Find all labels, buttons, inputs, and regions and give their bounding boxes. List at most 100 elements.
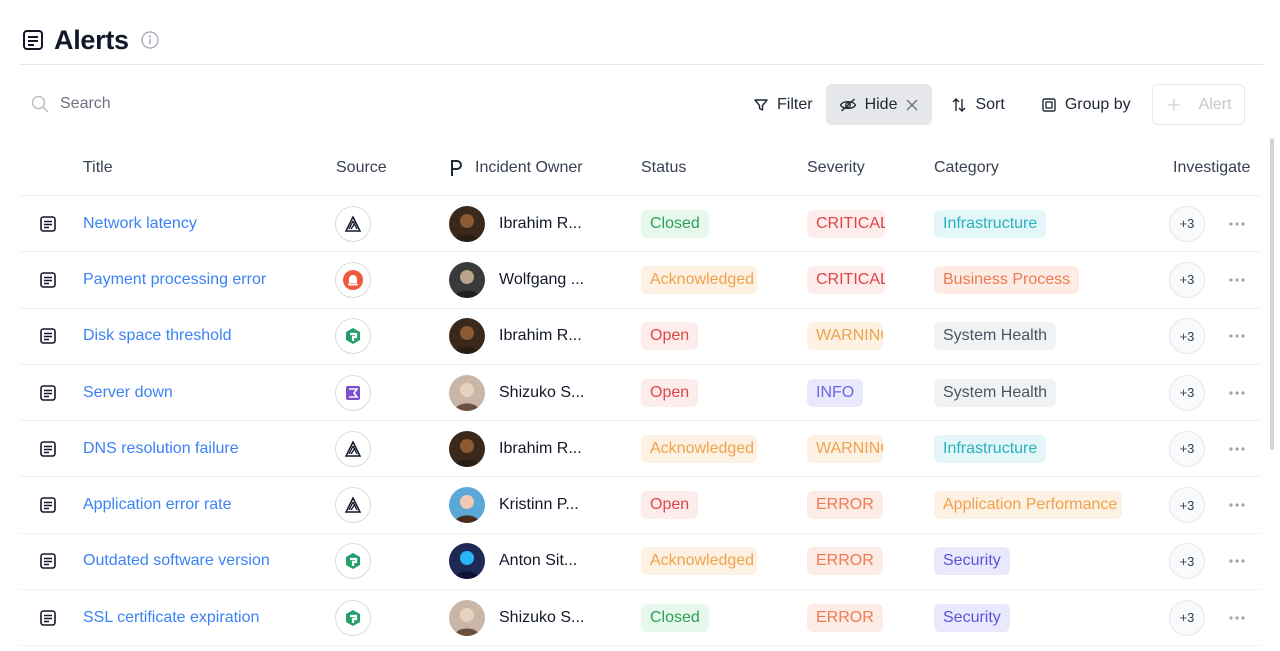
status-cell[interactable]: Closed — [641, 590, 709, 645]
category-badge: Business Process — [934, 265, 1080, 294]
severity-cell[interactable]: CRITICAL — [807, 252, 885, 307]
more-icon[interactable] — [1228, 252, 1246, 307]
owner-cell[interactable]: Shizuko S... — [449, 590, 584, 645]
severity-cell[interactable]: ERROR — [807, 590, 883, 645]
alert-title-link[interactable]: SSL certificate expiration — [83, 590, 259, 645]
owner-name: Ibrahim R... — [499, 439, 582, 457]
category-cell[interactable]: Security — [934, 590, 1010, 645]
severity-cell[interactable]: WARNING — [807, 309, 883, 364]
search-input[interactable] — [60, 95, 300, 113]
severity-badge: ERROR — [807, 547, 883, 576]
more-icon[interactable] — [1228, 309, 1246, 364]
investigators-count-badge: +3 — [1169, 487, 1205, 524]
severity-badge: INFO — [807, 378, 864, 407]
severity-cell[interactable]: ERROR — [807, 477, 883, 532]
more-icon[interactable] — [1228, 196, 1246, 251]
alert-title-link[interactable]: Disk space threshold — [83, 309, 232, 364]
category-cell[interactable]: Infrastructure — [934, 421, 1047, 476]
status-badge: Open — [641, 378, 699, 407]
severity-cell[interactable]: CRITICAL — [807, 196, 885, 251]
alert-title-link[interactable]: Server down — [83, 365, 173, 420]
alert-title-link[interactable]: Network latency — [83, 196, 197, 251]
investigate-cell[interactable]: +3 — [1169, 365, 1205, 420]
severity-cell[interactable]: INFO — [807, 365, 864, 420]
sort-icon — [952, 97, 966, 112]
close-icon[interactable] — [905, 98, 919, 112]
table-row[interactable]: Application error rate Kristinn P... Open E… — [20, 477, 1260, 534]
column-owner[interactable]: Incident Owner — [449, 159, 583, 177]
investigate-cell[interactable]: +3 — [1169, 534, 1205, 589]
column-status[interactable]: Status — [641, 159, 686, 177]
more-icon[interactable] — [1228, 365, 1246, 420]
owner-name: Shizuko S... — [499, 383, 585, 401]
category-cell[interactable]: System Health — [934, 365, 1057, 420]
investigate-cell[interactable]: +3 — [1169, 196, 1205, 251]
table-row[interactable]: Outdated software version Anton Sit... Ack… — [20, 534, 1260, 591]
more-icon[interactable] — [1228, 477, 1246, 532]
category-cell[interactable]: Application Performance — [934, 477, 1122, 532]
alert-title-link[interactable]: Payment processing error — [83, 252, 266, 307]
sort-button[interactable]: Sort — [938, 84, 1017, 125]
status-cell[interactable]: Open — [641, 477, 699, 532]
owner-cell[interactable]: Ibrahim R... — [449, 196, 582, 251]
owner-cell[interactable]: Shizuko S... — [449, 365, 584, 420]
search-icon — [30, 94, 50, 114]
table-row[interactable]: DNS resolution failure Ibrahim R... Acknow… — [20, 421, 1260, 478]
column-severity[interactable]: Severity — [807, 159, 865, 177]
investigate-cell[interactable]: +3 — [1169, 477, 1205, 532]
table-row[interactable]: Server down Shizuko S... Open INFO System He… — [20, 365, 1260, 422]
more-icon[interactable] — [1228, 590, 1246, 645]
vertical-scrollbar[interactable] — [1270, 138, 1274, 450]
table-row[interactable]: Network latency Ibrahim R... Closed CRITICA… — [20, 196, 1260, 253]
table-row[interactable]: SSL certificate expiration Shizuko S... Cl… — [20, 590, 1260, 647]
hide-button[interactable]: Hide — [825, 84, 933, 125]
owner-cell[interactable]: Kristinn P... — [449, 477, 579, 532]
source-cell — [335, 477, 371, 532]
status-cell[interactable]: Acknowledged — [641, 534, 757, 589]
alert-title-link[interactable]: DNS resolution failure — [83, 421, 239, 476]
more-icon[interactable] — [1228, 421, 1246, 476]
category-badge: Security — [934, 603, 1010, 632]
status-cell[interactable]: Open — [641, 309, 699, 364]
investigate-cell[interactable]: +3 — [1169, 309, 1205, 364]
avatar — [449, 318, 485, 355]
status-cell[interactable]: Open — [641, 365, 699, 420]
table-row[interactable]: Payment processing error Wolfgang ... Ackn… — [20, 252, 1260, 309]
filter-button[interactable]: Filter — [740, 84, 826, 125]
more-icon[interactable] — [1228, 534, 1246, 589]
filter-icon — [754, 98, 768, 111]
group-by-button[interactable]: Group by — [1028, 84, 1144, 125]
owner-cell[interactable]: Ibrahim R... — [449, 421, 582, 476]
column-source[interactable]: Source — [336, 159, 387, 177]
add-alert-button[interactable]: Alert — [1151, 84, 1245, 125]
investigate-cell[interactable]: +3 — [1169, 590, 1205, 645]
status-cell[interactable]: Closed — [641, 196, 709, 251]
alert-title-link[interactable]: Application error rate — [83, 477, 232, 532]
alert-title-link[interactable]: Outdated software version — [83, 534, 270, 589]
category-cell[interactable]: Infrastructure — [934, 196, 1047, 251]
severity-badge: ERROR — [807, 603, 883, 632]
owner-cell[interactable]: Wolfgang ... — [449, 252, 584, 307]
column-owner-label: Incident Owner — [475, 158, 583, 176]
category-cell[interactable]: Security — [934, 534, 1010, 589]
severity-cell[interactable]: WARNING — [807, 421, 883, 476]
severity-badge: ERROR — [807, 491, 883, 520]
owner-cell[interactable]: Ibrahim R... — [449, 309, 582, 364]
severity-cell[interactable]: ERROR — [807, 534, 883, 589]
column-title[interactable]: Title — [83, 159, 113, 177]
category-cell[interactable]: Business Process — [934, 252, 1080, 307]
avatar — [449, 599, 485, 636]
category-cell[interactable]: System Health — [934, 309, 1057, 364]
investigate-cell[interactable]: +3 — [1169, 252, 1205, 307]
column-category[interactable]: Category — [934, 159, 999, 177]
investigate-cell[interactable]: +3 — [1169, 421, 1205, 476]
owner-cell[interactable]: Anton Sit... — [449, 534, 577, 589]
category-badge: Infrastructure — [934, 434, 1047, 463]
table-row[interactable]: Disk space threshold Ibrahim R... Open WARN… — [20, 309, 1260, 365]
column-investigate[interactable]: Investigate — [1173, 159, 1250, 177]
status-cell[interactable]: Acknowledged — [641, 252, 757, 307]
investigators-count-badge: +3 — [1169, 318, 1205, 355]
info-icon[interactable] — [141, 31, 159, 49]
severity-badge: WARNING — [807, 322, 883, 351]
status-cell[interactable]: Acknowledged — [641, 421, 757, 476]
